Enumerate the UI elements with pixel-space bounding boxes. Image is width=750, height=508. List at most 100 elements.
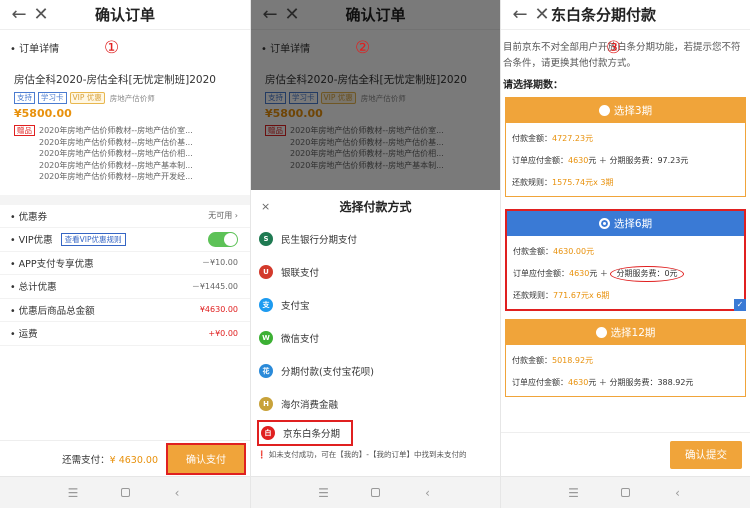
check-icon: ✓ xyxy=(734,299,746,311)
payment-note-text: 如未支付成功，可在【我的】-【我的订单】中找到未支付的 xyxy=(268,450,467,459)
plan-6-periods[interactable]: 选择6期 付款金额：4630.00元 订单应付金额：4630元 ＋ 分期服务费：… xyxy=(505,209,746,311)
order-detail-title: • 订单详情 xyxy=(10,44,60,55)
minsheng-bank-icon: S xyxy=(259,231,273,246)
order-label: 订单应付金额： xyxy=(512,378,568,387)
sheet-close-icon[interactable]: × xyxy=(261,200,270,213)
freight-label: • 运费 xyxy=(10,329,38,341)
order-value: 4630 xyxy=(569,269,590,278)
after-discount-row: • 优惠后商品总金额 ¥4630.00 xyxy=(0,299,250,322)
screen-payment-method: ← ✕ 确认订单 • 订单详情 房估全科2020-房估全科[无忧定制班]2020… xyxy=(250,0,500,508)
fee-highlight: 分期服务费：0元 xyxy=(610,266,684,282)
fee-prefix: 元 ＋ xyxy=(589,269,611,278)
freight-value: +¥0.00 xyxy=(208,328,238,338)
amount-due-value: ¥ 4630.00 xyxy=(109,454,158,466)
jd-baitiao-icon: 白 xyxy=(261,426,275,440)
gift-item: 2020年房地产估价师教材--房地产基本制... xyxy=(39,160,193,170)
order-value: 4630 xyxy=(568,378,589,387)
alipay-icon: 支 xyxy=(259,297,273,312)
home-icon[interactable] xyxy=(117,486,133,500)
order-label: 订单应付金额： xyxy=(512,156,568,165)
payment-method-label: 微信支付 xyxy=(281,333,320,345)
vip-toggle[interactable] xyxy=(208,231,238,247)
product-tags: 支持 学习卡 VIP 优惠 房地产估价师 xyxy=(14,92,236,104)
plan-amount: 付款金额：4630.00元 xyxy=(513,241,738,263)
freight-row: • 运费 +¥0.00 xyxy=(0,322,250,346)
confirm-submit-button[interactable]: 确认提交 xyxy=(670,440,742,469)
payment-method-item[interactable]: U 银联支付 xyxy=(251,255,500,288)
back-arrow-icon[interactable]: ← xyxy=(8,0,30,30)
system-nav-bar: ☰ ‹ xyxy=(251,476,500,508)
menu-icon[interactable]: ☰ xyxy=(65,486,81,500)
plan-order-amount: 订单应付金额：4630元 ＋ 分期服务费：388.92元 xyxy=(512,372,739,394)
back-icon[interactable]: ‹ xyxy=(169,486,185,500)
plan-title: 选择3期 xyxy=(613,105,653,117)
plan-title: 选择6期 xyxy=(613,218,653,230)
after-discount-label: • 优惠后商品总金额 xyxy=(10,305,95,317)
vip-rule-link[interactable]: 查看VIP优惠规则 xyxy=(60,232,126,246)
close-icon[interactable]: ✕ xyxy=(30,0,52,30)
close-icon[interactable]: ✕ xyxy=(531,0,553,30)
amount-value: 5018.92元 xyxy=(552,356,594,365)
order-label: 订单应付金额： xyxy=(513,269,569,278)
plan-header: 选择12期 xyxy=(506,320,745,345)
payment-method-item[interactable]: 白京东白条分期 xyxy=(257,420,353,446)
sheet-header: × 选择付款方式 xyxy=(251,190,500,222)
app-discount-row: • APP支付专享优惠 －¥10.00 xyxy=(0,252,250,275)
amount-label: 付款金额： xyxy=(513,247,553,256)
rule-value: 771.67元x 6期 xyxy=(553,291,610,300)
modal-overlay[interactable] xyxy=(251,0,500,190)
payment-method-item[interactable]: 花分期付款(支付宝花呗) xyxy=(251,354,500,387)
payment-method-item[interactable]: 支支付宝 xyxy=(251,288,500,321)
confirm-pay-button[interactable]: 确认支付 xyxy=(166,442,246,475)
annotation-number: ③ xyxy=(606,38,622,58)
coupon-row[interactable]: • 优惠券 无可用 › xyxy=(0,205,250,228)
plan-3-periods[interactable]: 选择3期 付款金额：4727.23元 订单应付金额：4630元 ＋ 分期服务费：… xyxy=(505,97,746,197)
after-discount-value: ¥4630.00 xyxy=(199,305,238,315)
app-discount-label: • APP支付专享优惠 xyxy=(10,258,94,270)
payment-method-label: 分期付款(支付宝花呗) xyxy=(281,366,374,378)
amount-value: 4630.00元 xyxy=(553,247,595,256)
total-discount-row: • 总计优惠 －¥1445.00 xyxy=(0,275,250,299)
plan-rule: 还款规则：1575.74元x 3期 xyxy=(512,172,739,194)
back-arrow-icon[interactable]: ← xyxy=(509,0,531,30)
amount-label: 付款金额： xyxy=(512,134,552,143)
total-discount-value: －¥1445.00 xyxy=(191,281,238,291)
screen-installment: ← ✕ 东白条分期付款 ③ 目前京东不对全部用户开放白条分期功能，若提示您不符合… xyxy=(500,0,750,508)
menu-icon[interactable]: ☰ xyxy=(316,486,332,500)
product-card[interactable]: 房估全科2020-房估全科[无忧定制班]2020 支持 学习卡 VIP 优惠 房… xyxy=(0,55,250,183)
screen-confirm-order: ← ✕ 确认订单 ① • 订单详情 房估全科2020-房估全科[无忧定制班]20… xyxy=(0,0,250,508)
plan-title: 选择12期 xyxy=(610,327,656,339)
payment-method-item[interactable]: S 民生银行分期支付 xyxy=(251,222,500,255)
plan-header: 选择6期 xyxy=(507,211,744,236)
amount-due-label: 还需支付： xyxy=(62,454,110,466)
menu-icon[interactable]: ☰ xyxy=(566,486,582,500)
home-icon[interactable] xyxy=(368,486,384,500)
payment-method-label: 京东白条分期 xyxy=(283,429,341,440)
payment-method-label: 海尔消费金融 xyxy=(281,399,339,411)
payment-method-item[interactable]: W 微信支付 xyxy=(251,321,500,354)
gift-tag: 赠品 xyxy=(14,125,35,136)
back-icon[interactable]: ‹ xyxy=(420,486,436,500)
plan-12-periods[interactable]: 选择12期 付款金额：5018.92元 订单应付金额：4630元 ＋ 分期服务费… xyxy=(505,319,746,397)
amount-label: 付款金额： xyxy=(512,356,552,365)
unionpay-icon: U xyxy=(259,264,273,279)
payment-method-item[interactable]: H 海尔消费金融 xyxy=(251,387,500,420)
product-name: 房估全科2020-房估全科[无忧定制班]2020 xyxy=(14,74,216,86)
product-category: 房地产估价师 xyxy=(109,93,155,103)
haier-finance-icon: H xyxy=(259,396,273,411)
coupon-label: • 优惠券 xyxy=(10,211,48,223)
payment-method-label: 支付宝 xyxy=(281,300,310,312)
plan-body: 付款金额：5018.92元 订单应付金额：4630元 ＋ 分期服务费：388.9… xyxy=(506,345,745,396)
home-icon[interactable] xyxy=(618,486,634,500)
gift-section: 赠品 2020年房地产估价师教材--房地产估价室... 2020年房地产估价师教… xyxy=(14,125,236,183)
plan-amount: 付款金额：5018.92元 xyxy=(512,350,739,372)
fee-text: 元 ＋ 分期服务费：388.92元 xyxy=(588,378,694,387)
payment-method-list: S 民生银行分期支付 U 银联支付支支付宝 W 微信支付花分期付款(支付宝花呗) H 海尔消费… xyxy=(251,222,500,446)
amount-value: 4727.23元 xyxy=(552,134,594,143)
plan-order-amount: 订单应付金额：4630元 ＋ 分期服务费：0元 xyxy=(513,263,738,285)
rule-label: 还款规则： xyxy=(513,291,553,300)
plan-rule: 还款规则：771.67元x 6期 xyxy=(513,285,738,307)
back-icon[interactable]: ‹ xyxy=(670,486,686,500)
radio-icon xyxy=(595,327,607,338)
support-tag: 支持 xyxy=(14,92,35,104)
